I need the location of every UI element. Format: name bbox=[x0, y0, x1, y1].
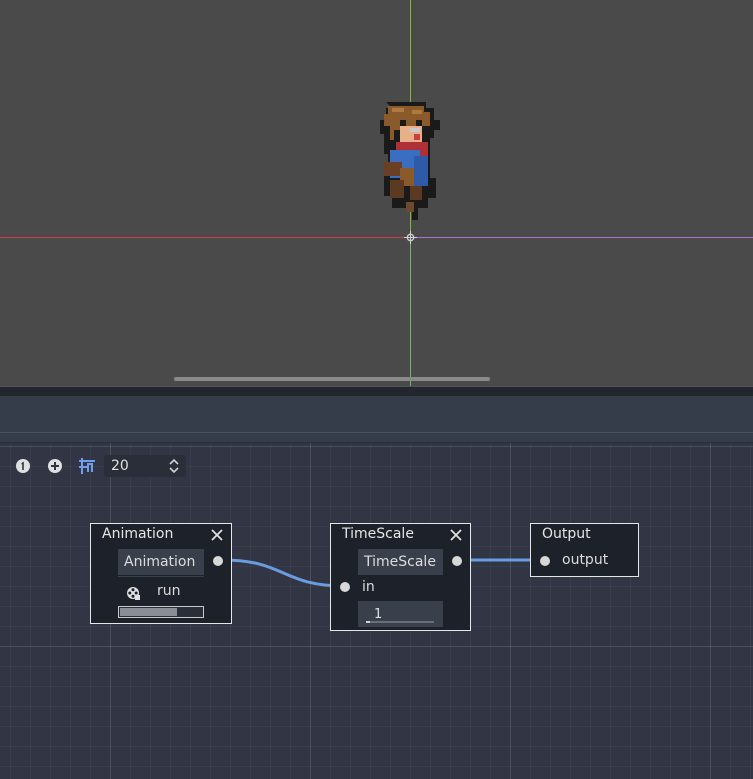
zoom-in-button[interactable] bbox=[44, 455, 66, 477]
zoom-reset-icon bbox=[16, 459, 30, 473]
output-port-label: output bbox=[562, 552, 609, 568]
output-port[interactable] bbox=[452, 556, 462, 566]
snap-step-field[interactable]: 20 bbox=[104, 455, 186, 477]
spinner-arrows-icon[interactable] bbox=[168, 458, 180, 474]
canvas-viewport[interactable] bbox=[0, 0, 753, 386]
bottom-panel-subheader bbox=[0, 433, 753, 443]
playback-progress-bar[interactable] bbox=[118, 606, 204, 618]
divider bbox=[118, 576, 204, 577]
snap-step-value: 20 bbox=[111, 458, 129, 474]
scale-slider-grabber[interactable] bbox=[366, 621, 370, 623]
panel-splitter[interactable] bbox=[0, 386, 753, 396]
scale-value: 1 bbox=[374, 606, 383, 622]
snap-grid-icon bbox=[79, 458, 95, 474]
scale-spinbox[interactable]: 1 bbox=[358, 601, 443, 627]
wire-animation-to-timescale[interactable] bbox=[222, 558, 345, 588]
node-title: Output bbox=[542, 526, 591, 542]
close-icon[interactable] bbox=[210, 528, 224, 542]
timescale-node[interactable]: TimeScale TimeScale in 1 bbox=[330, 523, 471, 631]
character-sprite[interactable] bbox=[370, 96, 452, 226]
animation-node[interactable]: Animation Animation run bbox=[90, 523, 232, 624]
origin-crosshair-icon bbox=[404, 231, 417, 244]
y-axis-line-lower bbox=[410, 238, 411, 386]
playback-progress-fill bbox=[120, 608, 177, 616]
zoom-in-icon bbox=[48, 459, 62, 473]
bottom-panel-header bbox=[0, 396, 753, 433]
close-icon[interactable] bbox=[449, 528, 463, 542]
x-axis-line-right bbox=[411, 237, 753, 238]
input-label-in: in bbox=[362, 579, 375, 595]
input-port-in[interactable] bbox=[340, 582, 350, 592]
snap-toggle-button[interactable] bbox=[76, 455, 98, 477]
animation-tree-graph[interactable]: 20 Animation Animation run TimeScale Tim… bbox=[0, 443, 753, 779]
node-title: TimeScale bbox=[342, 526, 414, 542]
output-node[interactable]: Output output bbox=[530, 523, 639, 577]
horizontal-scrollbar[interactable] bbox=[174, 377, 490, 381]
timescale-chip[interactable]: TimeScale bbox=[358, 549, 443, 575]
animation-chip[interactable]: Animation bbox=[118, 549, 204, 575]
output-port[interactable] bbox=[213, 556, 223, 566]
node-title: Animation bbox=[102, 526, 174, 542]
x-axis-line bbox=[0, 237, 411, 238]
animation-name[interactable]: run bbox=[157, 583, 181, 599]
zoom-reset-button[interactable] bbox=[12, 455, 34, 477]
film-reel-icon[interactable] bbox=[126, 586, 140, 600]
input-port-output[interactable] bbox=[540, 556, 550, 566]
scale-slider-track[interactable] bbox=[366, 621, 434, 623]
